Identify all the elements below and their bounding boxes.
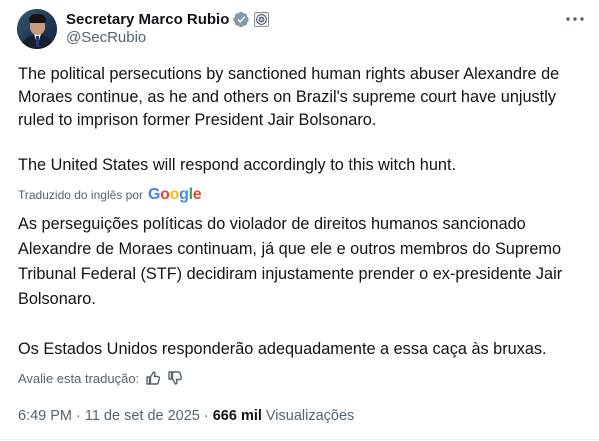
author-handle[interactable]: @SecRubio bbox=[66, 29, 146, 46]
rate-translation-row: Avalie esta tradução: bbox=[18, 370, 183, 386]
post-date[interactable]: 11 de set de 2025 bbox=[85, 408, 200, 424]
us-state-department-seal-icon[interactable] bbox=[254, 11, 270, 27]
post-meta: 6:49 PM · 11 de set de 2025 · 666 mil Vi… bbox=[18, 408, 354, 424]
tweet-text: The political persecutions by sanctioned… bbox=[18, 63, 588, 177]
post-time[interactable]: 6:49 PM bbox=[18, 408, 72, 424]
verified-badge-icon[interactable] bbox=[233, 11, 250, 28]
author-name-row: Secretary Marco Rubio bbox=[66, 9, 270, 29]
author-display-name[interactable]: Secretary Marco Rubio bbox=[66, 11, 229, 28]
tweet-post: Secretary Marco Rubio @SecRubio The poli… bbox=[0, 0, 599, 441]
translated-by-text: Traduzido do inglês por bbox=[18, 188, 143, 202]
meta-separator: · bbox=[203, 408, 209, 424]
views-label: Visualizações bbox=[265, 408, 355, 424]
rate-translation-label: Avalie esta tradução: bbox=[18, 370, 140, 386]
tweet-paragraph: The United States will respond according… bbox=[18, 156, 457, 174]
google-logo: Google bbox=[147, 186, 202, 203]
avatar[interactable] bbox=[17, 9, 57, 49]
translated-text: As perseguições políticas do violador de… bbox=[18, 212, 588, 362]
translated-by-label[interactable]: Traduzido do inglês por Google bbox=[18, 186, 202, 204]
divider bbox=[0, 439, 599, 440]
tweet-paragraph: The political persecutions by sanctioned… bbox=[18, 65, 560, 129]
more-options-icon[interactable] bbox=[564, 9, 586, 29]
meta-separator: · bbox=[76, 408, 81, 424]
translated-paragraph: As perseguições políticas do violador de… bbox=[18, 215, 563, 308]
views-count: 666 mil bbox=[212, 408, 262, 424]
translated-paragraph: Os Estados Unidos responderão adequadame… bbox=[18, 340, 547, 358]
thumbs-up-icon[interactable] bbox=[145, 370, 161, 386]
thumbs-down-icon[interactable] bbox=[167, 370, 183, 386]
